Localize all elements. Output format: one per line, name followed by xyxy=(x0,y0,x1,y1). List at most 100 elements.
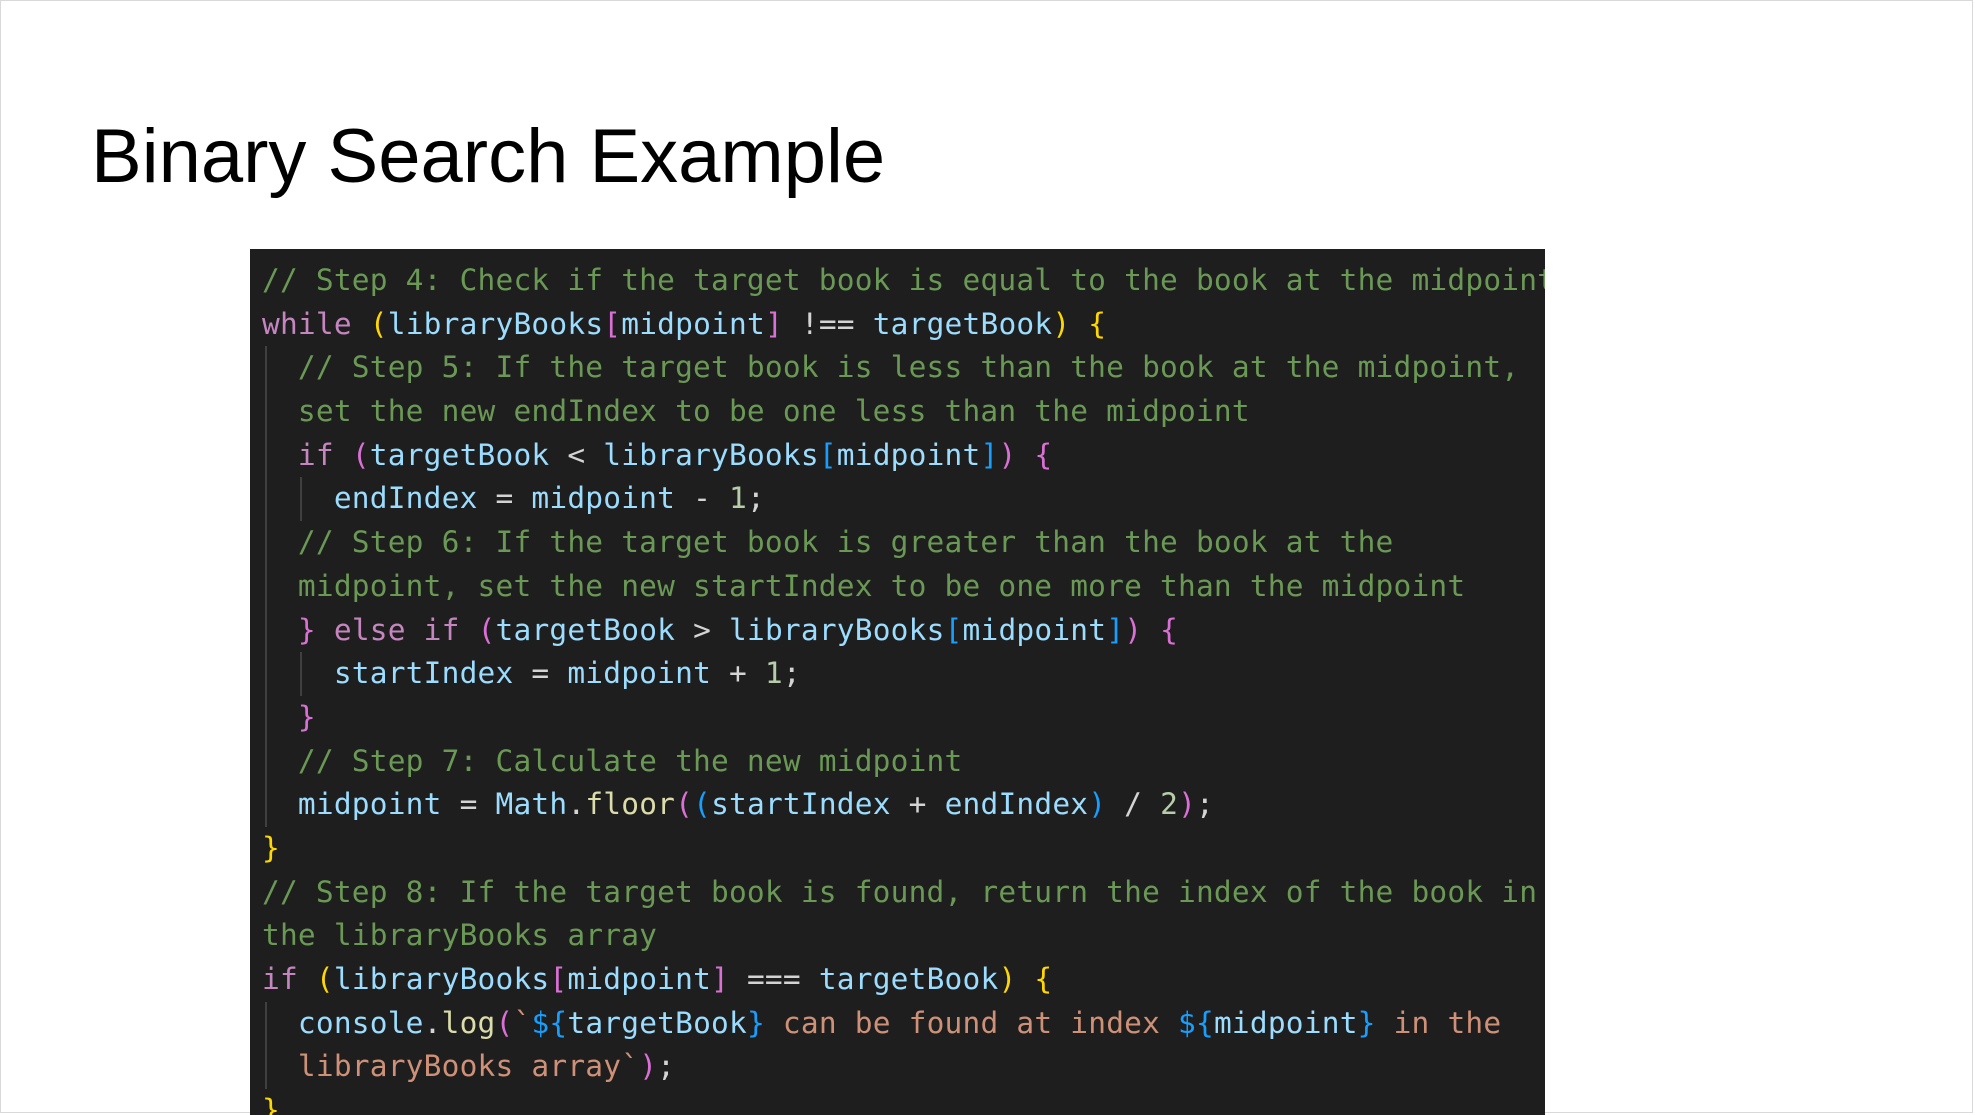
code-token-punct: !== xyxy=(782,306,873,341)
code-line: set the new endIndex to be one less than… xyxy=(262,390,1545,434)
code-line: endIndex = midpoint - 1; xyxy=(262,477,1545,522)
code-token-keyword: while xyxy=(262,306,352,341)
slide: Binary Search Example // Step 4: Check i… xyxy=(0,0,1973,1115)
code-token-comment: // Step 7: Calculate the new midpoint xyxy=(297,743,963,778)
code-token-ident: Math xyxy=(495,787,568,822)
code-token-comment: // Step 6: If the target book is greater… xyxy=(297,525,1394,560)
code-token-ident: endIndex xyxy=(333,481,478,516)
code-token-brace2: ( xyxy=(477,612,496,647)
code-token-method: log xyxy=(441,1005,496,1040)
code-token-brace2: { xyxy=(1034,437,1053,472)
code-line: while (libraryBooks[midpoint] !== target… xyxy=(262,303,1545,347)
code-token-brace2: } xyxy=(297,699,316,734)
code-token-method: floor xyxy=(585,787,676,822)
code-token-ident: libraryBooks xyxy=(603,437,819,472)
indent-guide xyxy=(265,608,267,653)
code-token-brace3: ( xyxy=(693,787,712,822)
code-token-ident: midpoint xyxy=(567,962,712,996)
code-token-brace1: ) xyxy=(1052,306,1071,341)
code-token-brace3: ${ xyxy=(1178,1005,1214,1040)
code-token-ident: libraryBooks xyxy=(729,612,945,647)
code-token-comment: // Step 5: If the target book is less th… xyxy=(297,350,1520,385)
code-token-brace3: } xyxy=(746,1005,765,1040)
code-token-punct: ; xyxy=(1196,787,1215,822)
code-token-comment: // Step 4: Check if the target book is e… xyxy=(262,263,1545,297)
code-token-keyword: if xyxy=(262,962,298,996)
code-token-brace2: ] xyxy=(764,306,783,341)
code-token-number: 2 xyxy=(1160,787,1179,822)
code-token-brace3: ] xyxy=(1106,612,1125,647)
code-line: if (libraryBooks[midpoint] === targetBoo… xyxy=(262,958,1545,1002)
code-token-brace2: ( xyxy=(351,437,370,472)
code-token-string: can be found at index xyxy=(764,1005,1179,1040)
code-line: // Step 4: Check if the target book is e… xyxy=(262,259,1545,303)
code-token-ident: midpoint xyxy=(962,612,1107,647)
code-token-brace2: [ xyxy=(549,962,568,996)
indent-guide xyxy=(265,521,267,565)
code-token-punct xyxy=(1016,438,1034,472)
code-token-brace3: [ xyxy=(818,437,837,472)
code-line: libraryBooks array`); xyxy=(262,1045,1545,1090)
code-token-string: ` xyxy=(513,1005,532,1040)
code-token-punct: + xyxy=(890,787,945,822)
code-token-brace1: ( xyxy=(369,306,388,341)
slide-title: Binary Search Example xyxy=(91,114,886,199)
code-token-brace2: ) xyxy=(639,1049,658,1084)
code-line: console.log(`${targetBook} can be found … xyxy=(262,1001,1545,1046)
code-token-brace1: { xyxy=(1088,306,1107,341)
code-token-brace2: { xyxy=(1160,612,1179,647)
code-line: midpoint = Math.floor((startIndex + endI… xyxy=(262,783,1545,827)
indent-guide xyxy=(265,477,267,522)
code-token-punct: ; xyxy=(746,481,765,516)
code-token-ident: midpoint xyxy=(297,787,442,822)
code-line: if (targetBook < libraryBooks[midpoint])… xyxy=(262,433,1545,478)
code-token-punct xyxy=(406,613,424,647)
code-screenshot: // Step 4: Check if the target book is e… xyxy=(250,249,1545,1115)
code-line: // Step 7: Calculate the new midpoint xyxy=(262,739,1545,784)
code-token-ident: libraryBooks xyxy=(333,962,550,996)
indent-guide xyxy=(265,433,267,478)
code-token-brace2: ( xyxy=(675,787,694,822)
code-token-brace2: ( xyxy=(495,1005,514,1040)
code-token-punct: + xyxy=(711,656,765,691)
code-token-ident: startIndex xyxy=(333,656,514,691)
code-token-punct: ; xyxy=(782,656,801,691)
code-line: } else if (targetBook > libraryBooks[mid… xyxy=(262,608,1545,653)
code-token-punct: = xyxy=(477,481,532,516)
code-token-punct xyxy=(460,613,478,647)
code-token-number: 1 xyxy=(729,481,747,516)
code-token-punct: . xyxy=(567,787,586,822)
code-token-number: 1 xyxy=(764,656,783,691)
code-line: // Step 5: If the target book is less th… xyxy=(262,346,1545,391)
indent-guide xyxy=(265,652,267,696)
code-line: midpoint, set the new startIndex to be o… xyxy=(262,564,1545,609)
code-token-brace1: ( xyxy=(315,962,334,996)
code-token-brace3: ] xyxy=(980,437,999,472)
code-token-brace3: [ xyxy=(944,612,963,647)
indent-guide xyxy=(265,1001,267,1046)
code-block: // Step 4: Check if the target book is e… xyxy=(262,259,1545,1115)
indent-guide xyxy=(300,652,302,696)
code-line: the libraryBooks array xyxy=(262,914,1545,958)
code-token-ident: midpoint xyxy=(1213,1005,1358,1040)
code-token-punct xyxy=(334,438,352,472)
code-token-brace3: ${ xyxy=(531,1005,568,1040)
code-token-brace2: } xyxy=(297,612,316,647)
code-token-ident: targetBook xyxy=(567,1005,747,1040)
code-token-ident: midpoint xyxy=(567,656,712,691)
code-token-ident: endIndex xyxy=(944,787,1089,822)
code-token-keyword: else xyxy=(333,612,406,647)
code-line: // Step 8: If the target book is found, … xyxy=(262,871,1545,915)
code-token-brace3: } xyxy=(1357,1005,1376,1040)
code-token-ident: targetBook xyxy=(818,962,999,996)
code-token-brace1: } xyxy=(262,830,280,865)
